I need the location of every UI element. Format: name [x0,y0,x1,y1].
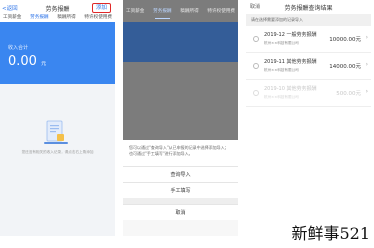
action-sheet-message: 您可以通过"查询导入"从已申报的记录中选择添加导入；也可通过"手工填写"进行添加… [123,140,238,166]
radio-button[interactable] [253,36,259,42]
list-empty-area [246,107,371,236]
income-total-card-dimmed [123,22,238,62]
tab-author-remuneration: 稿酬所得 [180,9,199,14]
nav-bar: 取消 劳务报酬查询结果 [246,0,371,14]
cancel-button[interactable]: 取消 [123,204,238,220]
tab-royalties[interactable]: 特许权使用费 [84,14,112,22]
tab-labor-remuneration[interactable]: 劳务报酬 [30,14,49,24]
list-item-disabled: 2019-10 其他劳务报酬 杭州××科技有限公司 500.00元 › [246,80,371,107]
tab-salary[interactable]: 工资薪金 [3,14,21,22]
income-total-amount: 0.00 [8,54,37,69]
income-total-unit: 元 [41,61,47,67]
page-title: 劳务报酬查询结果 [284,5,333,12]
record-title: 2019-12 一般劳务报酬 [264,32,317,38]
modal-backdrop[interactable] [123,62,238,140]
nav-bar: <返回 劳务报酬 添加 工资薪金 劳务报酬 稿酬所得 特许权使用费 [0,0,115,24]
action-sheet: 您可以通过"查询导入"从已申报的记录中选择添加导入；也可通过"手工填写"进行添加… [123,140,238,236]
tab-author-remuneration[interactable]: 稿酬所得 [57,14,75,22]
selection-hint: 请在选择需要添加的记录导入 [246,14,371,26]
radio-button[interactable] [253,63,259,69]
add-button[interactable]: 添加 [91,3,111,13]
record-amount: 500.00元 [336,91,361,97]
import-options-screen: 工资薪金 劳务报酬 稿酬所得 特许权使用费 您可以通过"查询导入"从已申报的记录… [123,0,238,236]
tab-labor-remuneration: 劳务报酬 [153,9,172,19]
chevron-right-icon: › [365,61,368,68]
record-payer: 杭州××科技有限公司 [264,95,299,99]
empty-state-text: 您还没有相关的收入记录，请点击右上角添加 [21,150,94,154]
list-item[interactable]: 2019-11 其他劳务报酬 杭州××科技有限公司 14000.00元 › [246,53,371,80]
record-title: 2019-11 其他劳务报酬 [264,59,317,65]
record-amount: 14000.00元 [329,64,361,70]
tab-salary: 工资薪金 [126,9,145,14]
record-amount: 10000.00元 [329,37,361,43]
manual-fill-button[interactable]: 手工填写 [123,182,238,198]
query-results-screen: 取消 劳务报酬查询结果 请在选择需要添加的记录导入 2019-12 一般劳务报酬… [246,0,371,236]
chevron-right-icon: › [365,34,368,41]
record-title: 2019-10 其他劳务报酬 [264,86,317,92]
radio-button [253,90,259,96]
query-import-button[interactable]: 查询导入 [123,166,238,182]
empty-state: 您还没有相关的收入记录，请点击右上角添加 [0,84,115,236]
nav-bar-dimmed: 工资薪金 劳务报酬 稿酬所得 特许权使用费 [123,0,238,22]
income-tabs-dimmed: 工资薪金 劳务报酬 稿酬所得 特许权使用费 [123,8,238,19]
income-list-screen: <返回 劳务报酬 添加 工资薪金 劳务报酬 稿酬所得 特许权使用费 收入合计 0… [0,0,115,236]
watermark: 新鲜事521 [291,224,370,243]
income-total-label: 收入合计 [8,45,29,51]
income-tabs: 工资薪金 劳务报酬 稿酬所得 特许权使用费 [0,14,115,24]
record-payer: 杭州××科技有限公司 [264,68,299,72]
tab-royalties: 特许权使用费 [207,9,235,14]
income-total-value: 0.00 元 [8,54,46,69]
document-icon [44,120,68,144]
chevron-right-icon: › [365,88,368,95]
list-item[interactable]: 2019-12 一般劳务报酬 杭州××科技有限公司 10000.00元 › [246,26,371,53]
record-payer: 杭州××科技有限公司 [264,41,299,45]
income-total-card: 收入合计 0.00 元 [0,22,115,84]
